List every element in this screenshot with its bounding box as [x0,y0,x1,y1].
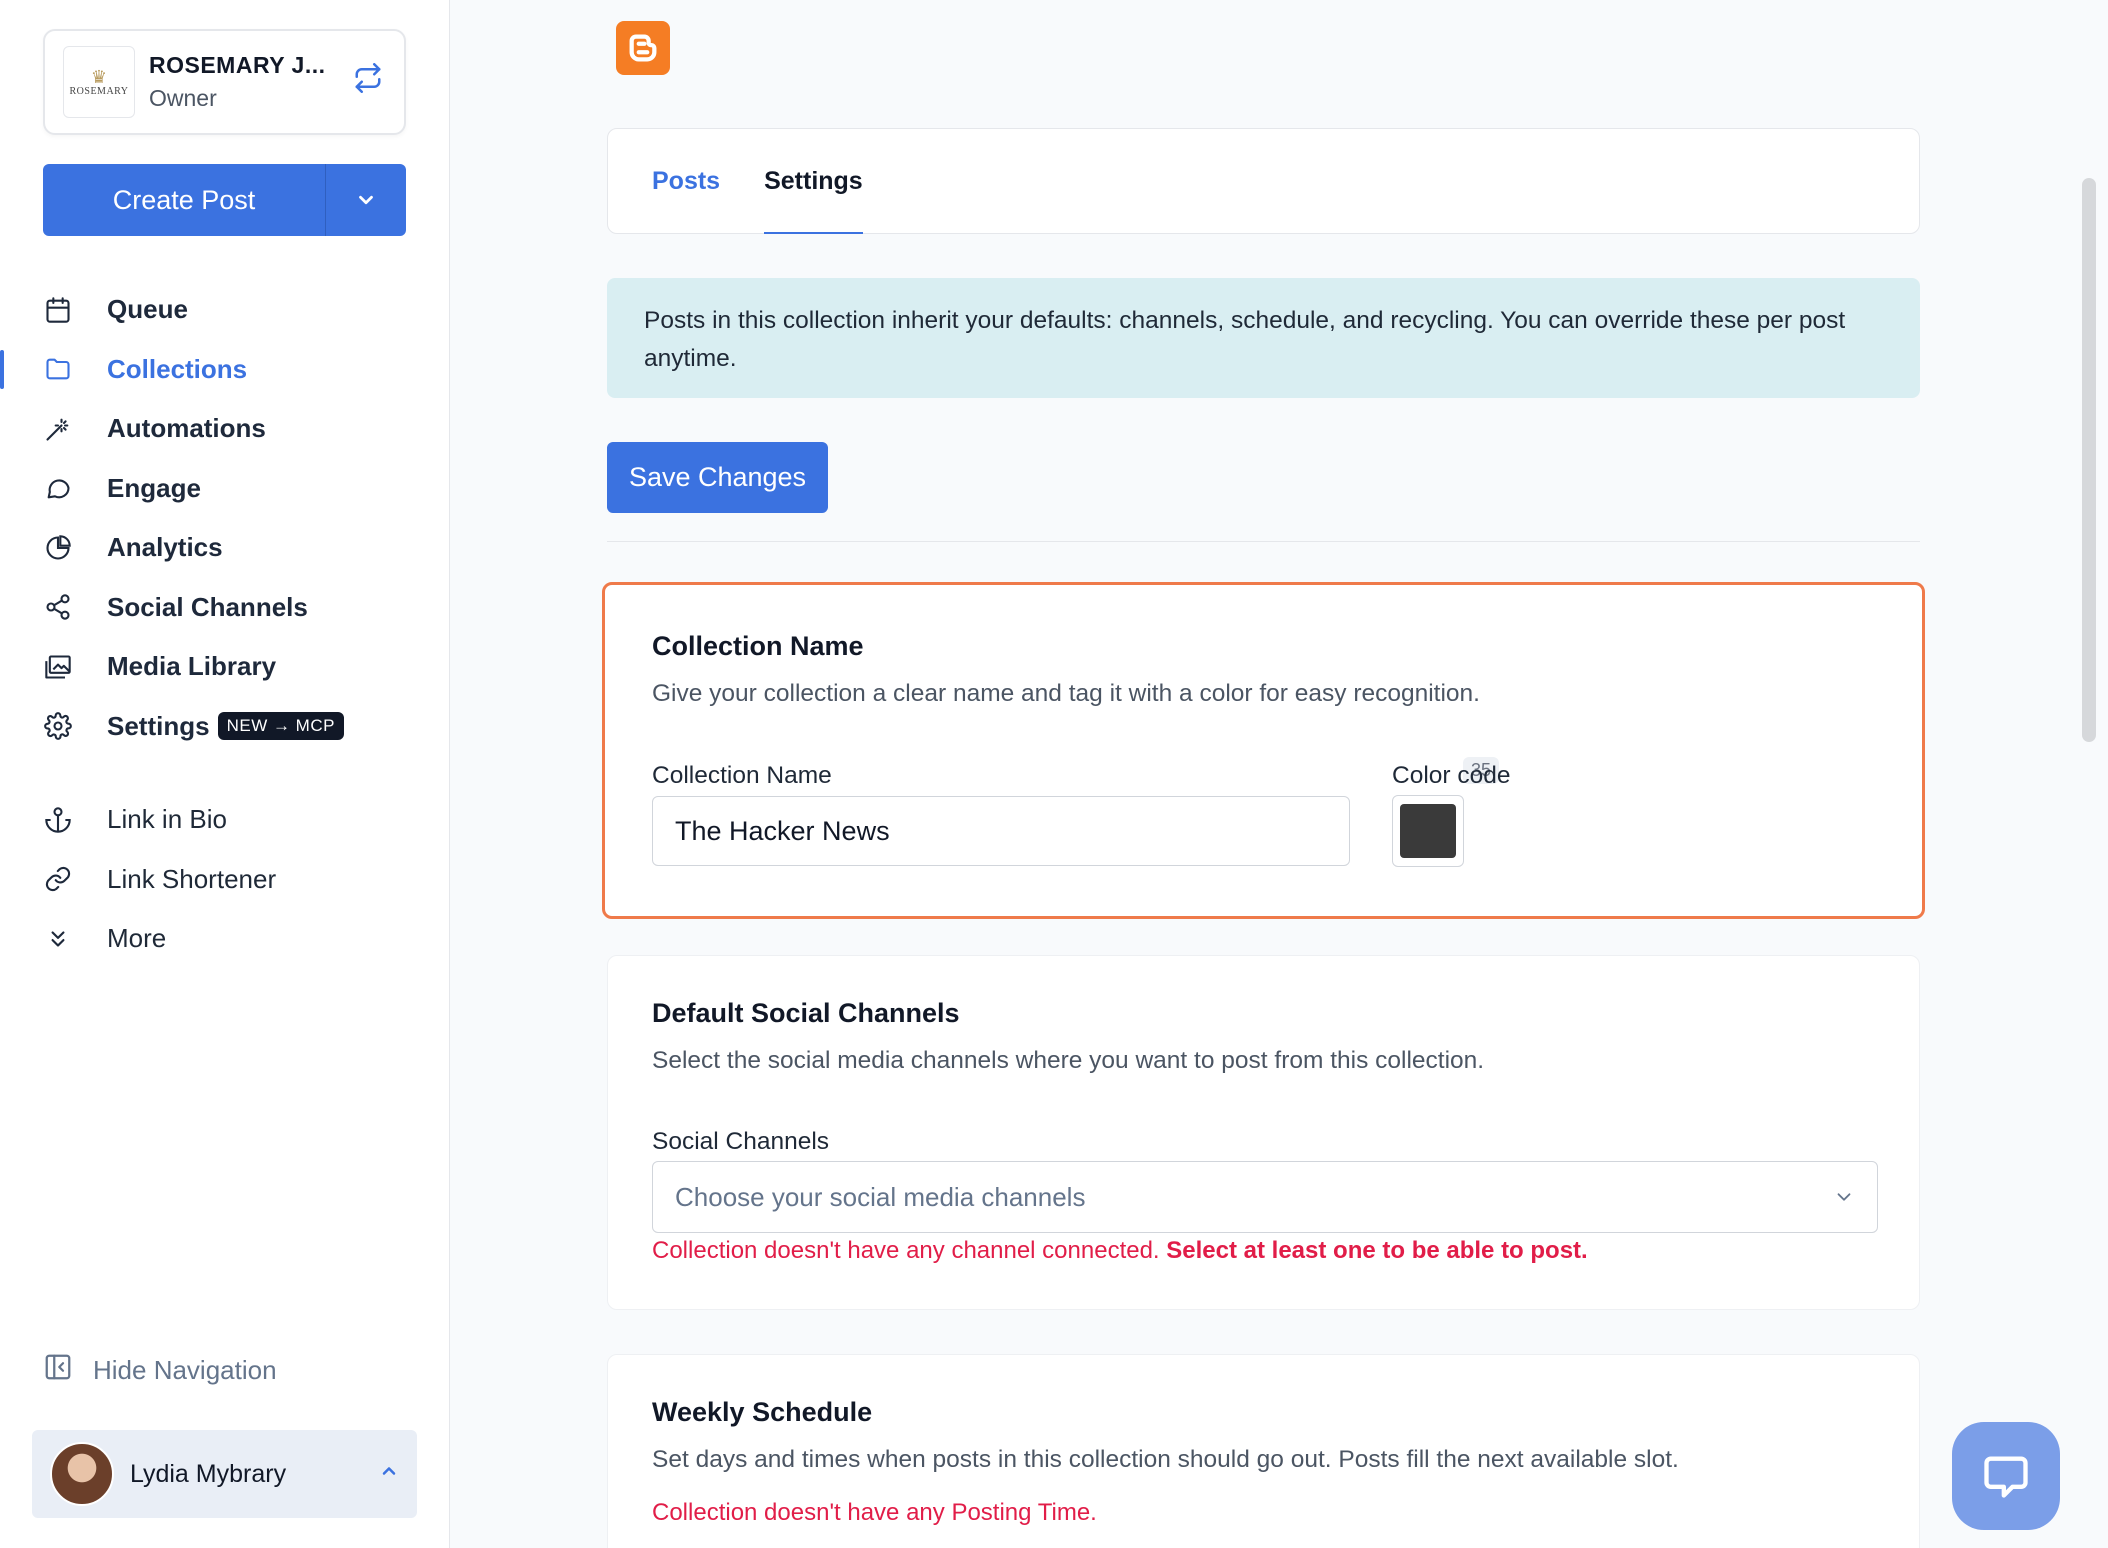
nav-item-more[interactable]: More [0,909,450,969]
info-banner: Posts in this collection inherit your de… [607,278,1920,398]
chevron-up-icon [379,1461,399,1487]
pie-chart-icon [43,533,73,563]
calendar-icon [43,295,73,325]
chevron-down-icon [1837,1193,1851,1201]
schedule-error-message: Collection doesn't have any Posting Time… [652,1499,1097,1526]
nav-item-label: More [107,923,167,954]
sidebar: ♛ ROSEMARY ROSEMARY J... Owner Create Po… [0,0,450,1548]
default-social-channels-card: Default Social Channels Select the socia… [607,955,1920,1310]
nav-item-label: Link Shortener [107,863,277,894]
channels-error-message: Collection doesn't have any channel conn… [652,1237,1588,1265]
tab-settings[interactable]: Settings [764,129,863,234]
nav-item-collections[interactable]: Collections [0,340,450,400]
nav-item-analytics[interactable]: Analytics [0,518,450,578]
account-switcher[interactable]: ♛ ROSEMARY ROSEMARY J... Owner [43,29,406,135]
color-code-label: Color code [1392,762,1511,789]
sidebar-collapse-icon [43,1352,73,1389]
account-logo-text: ROSEMARY [69,85,129,97]
user-name: Lydia Mybrary [130,1459,287,1488]
nav-item-label: Queue [107,294,188,325]
nav-item-label: Engage [107,472,201,503]
nav-item-automations[interactable]: Automations [0,399,450,459]
chevron-down-icon [359,195,373,205]
new-mcp-badge: NEW → MCP [217,712,344,741]
collection-name-label: Collection Name [652,762,832,789]
social-channels-label: Social Channels [652,1128,830,1155]
create-post-dropdown-button[interactable] [326,164,406,236]
hide-navigation-button[interactable]: Hide Navigation [43,1352,277,1389]
nav-item-link-shortener[interactable]: Link Shortener [0,850,450,910]
save-changes-button[interactable]: Save Changes [607,442,828,513]
account-role: Owner [149,85,217,111]
collection-name-title: Collection Name [652,631,864,661]
help-chat-button[interactable] [1952,1422,2060,1530]
nav-item-settings[interactable]: Settings NEW → MCP [0,697,450,757]
folder-icon [43,354,73,384]
account-name: ROSEMARY J... [149,52,326,78]
color-picker[interactable] [1392,795,1464,867]
social-channels-select[interactable]: Choose your social media channels [652,1161,1878,1233]
collection-name-description: Give your collection a clear name and ta… [652,680,1480,707]
share-icon [43,592,73,622]
nav-item-queue[interactable]: Queue [0,280,450,340]
channels-error-strong: Select at least one to be able to post. [1166,1237,1588,1264]
nav-item-engage[interactable]: Engage [0,459,450,519]
collection-name-input[interactable]: The Hacker News [652,796,1350,866]
blogger-icon [616,21,670,75]
primary-nav: Queue Collections Automations Engage Ana… [0,280,450,756]
nav-item-media-library[interactable]: Media Library [0,637,450,697]
create-post-button[interactable]: Create Post [43,164,326,236]
link-icon [43,864,73,894]
social-channels-title: Default Social Channels [652,998,960,1028]
images-icon [43,652,73,682]
nav-item-label: Media Library [107,651,277,682]
nav-item-link-in-bio[interactable]: Link in Bio [0,790,450,850]
tabs-bar: Posts Settings [607,128,1920,234]
avatar [50,1442,114,1506]
scrollbar[interactable] [2082,178,2096,742]
weekly-schedule-title: Weekly Schedule [652,1397,873,1427]
create-post-button-group: Create Post [43,164,406,236]
channels-error-text: Collection doesn't have any channel conn… [652,1237,1160,1264]
collection-name-card: Collection Name Give your collection a c… [602,582,1925,919]
account-logo: ♛ ROSEMARY [63,46,135,118]
nav-item-label: Analytics [107,532,223,563]
anchor-icon [43,805,73,835]
chat-bubble-icon [43,473,73,503]
chat-support-icon [1984,1456,2028,1498]
secondary-nav: Link in Bio Link Shortener More [0,790,450,969]
tab-posts[interactable]: Posts [652,129,720,233]
double-chevron-down-icon [43,924,73,954]
nav-item-label: Settings [107,710,210,741]
switch-account-icon[interactable] [350,63,386,101]
color-swatch-fill [1400,804,1456,858]
nav-item-label: Link in Bio [107,804,227,835]
gear-icon [43,711,73,741]
main-content: Posts Settings Posts in this collection … [450,0,2070,1548]
weekly-schedule-description: Set days and times when posts in this co… [652,1446,1679,1473]
nav-item-label: Social Channels [107,591,308,622]
nav-item-label: Collections [107,353,248,384]
user-menu[interactable]: Lydia Mybrary [32,1430,417,1518]
divider [607,541,1920,542]
hide-navigation-label: Hide Navigation [93,1355,277,1385]
nav-item-label: Automations [107,413,266,444]
weekly-schedule-card: Weekly Schedule Set days and times when … [607,1354,1920,1548]
magic-wand-icon [43,414,73,444]
crown-icon: ♛ [90,66,108,87]
social-channels-placeholder: Choose your social media channels [675,1181,1086,1212]
nav-item-social-channels[interactable]: Social Channels [0,578,450,638]
social-channels-description: Select the social media channels where y… [652,1047,1485,1074]
